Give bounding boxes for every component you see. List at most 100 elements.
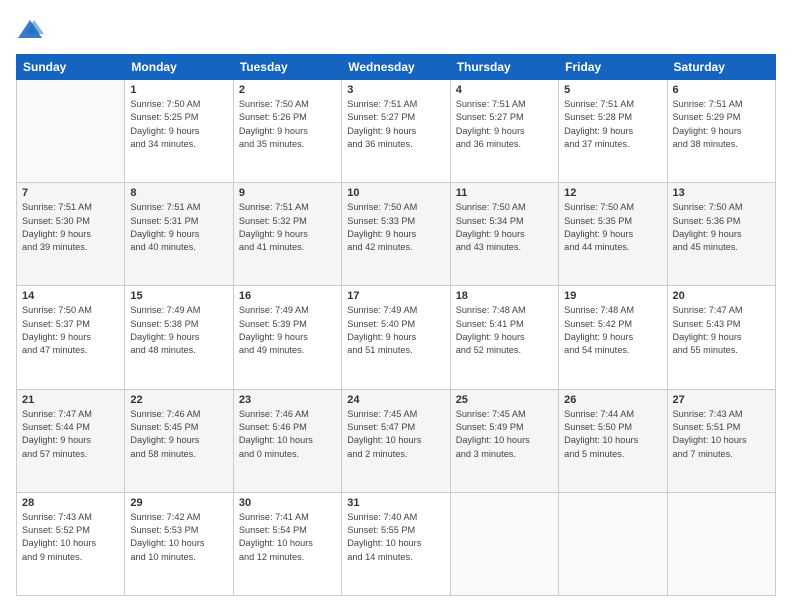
week-row-2: 14 Sunrise: 7:50 AMSunset: 5:37 PMDayligh… xyxy=(17,286,776,389)
day-number: 16 xyxy=(239,290,336,302)
logo xyxy=(16,16,48,44)
weekday-wednesday: Wednesday xyxy=(342,55,450,80)
calendar-cell xyxy=(559,492,667,595)
calendar-cell: 31 Sunrise: 7:40 AMSunset: 5:55 PMDayligh… xyxy=(342,492,450,595)
day-info: Sunrise: 7:43 AMSunset: 5:52 PMDaylight:… xyxy=(22,511,119,564)
day-info: Sunrise: 7:50 AMSunset: 5:36 PMDaylight:… xyxy=(673,201,770,254)
calendar-cell: 15Sunrise: 7:49 AMSunset: 5:38 PMDayligh… xyxy=(125,286,233,389)
day-info: Sunrise: 7:49 AMSunset: 5:40 PMDaylight:… xyxy=(347,304,444,357)
calendar-cell: 24 Sunrise: 7:45 AMSunset: 5:47 PMDayligh… xyxy=(342,389,450,492)
week-row-1: 7 Sunrise: 7:51 AMSunset: 5:30 PMDaylight… xyxy=(17,183,776,286)
page: SundayMondayTuesdayWednesdayThursdayFrid… xyxy=(0,0,792,612)
day-number: 27 xyxy=(673,394,770,406)
calendar-cell: 22 Sunrise: 7:46 AMSunset: 5:45 PMDayligh… xyxy=(125,389,233,492)
calendar-cell: 28 Sunrise: 7:43 AMSunset: 5:52 PMDayligh… xyxy=(17,492,125,595)
day-number: 20 xyxy=(673,290,770,302)
day-number: 26 xyxy=(564,394,661,406)
day-info: Sunrise: 7:43 AMSunset: 5:51 PMDaylight:… xyxy=(673,408,770,461)
day-number: 11 xyxy=(456,187,553,199)
calendar-cell: 12 Sunrise: 7:50 AMSunset: 5:35 PMDayligh… xyxy=(559,183,667,286)
day-number: 14 xyxy=(22,290,119,302)
weekday-header-row: SundayMondayTuesdayWednesdayThursdayFrid… xyxy=(17,55,776,80)
day-info: Sunrise: 7:50 AMSunset: 5:37 PMDaylight:… xyxy=(22,304,119,357)
calendar-cell: 30 Sunrise: 7:41 AMSunset: 5:54 PMDayligh… xyxy=(233,492,341,595)
day-info: Sunrise: 7:49 AMSunset: 5:39 PMDaylight:… xyxy=(239,304,336,357)
day-number: 21 xyxy=(22,394,119,406)
header xyxy=(16,16,776,44)
day-number: 6 xyxy=(673,84,770,96)
day-info: Sunrise: 7:50 AMSunset: 5:26 PMDaylight:… xyxy=(239,98,336,151)
calendar-cell: 4 Sunrise: 7:51 AMSunset: 5:27 PMDaylight… xyxy=(450,80,558,183)
day-info: Sunrise: 7:50 AMSunset: 5:34 PMDaylight:… xyxy=(456,201,553,254)
week-row-4: 28 Sunrise: 7:43 AMSunset: 5:52 PMDayligh… xyxy=(17,492,776,595)
calendar-cell: 6Sunrise: 7:51 AMSunset: 5:29 PMDaylight… xyxy=(667,80,775,183)
day-info: Sunrise: 7:40 AMSunset: 5:55 PMDaylight:… xyxy=(347,511,444,564)
day-info: Sunrise: 7:41 AMSunset: 5:54 PMDaylight:… xyxy=(239,511,336,564)
calendar-cell: 11 Sunrise: 7:50 AMSunset: 5:34 PMDayligh… xyxy=(450,183,558,286)
calendar-cell: 14 Sunrise: 7:50 AMSunset: 5:37 PMDayligh… xyxy=(17,286,125,389)
day-number: 28 xyxy=(22,497,119,509)
day-info: Sunrise: 7:49 AMSunset: 5:38 PMDaylight:… xyxy=(130,304,227,357)
calendar-cell xyxy=(667,492,775,595)
day-info: Sunrise: 7:45 AMSunset: 5:47 PMDaylight:… xyxy=(347,408,444,461)
day-number: 4 xyxy=(456,84,553,96)
calendar-cell: 16 Sunrise: 7:49 AMSunset: 5:39 PMDayligh… xyxy=(233,286,341,389)
day-info: Sunrise: 7:48 AMSunset: 5:41 PMDaylight:… xyxy=(456,304,553,357)
day-info: Sunrise: 7:45 AMSunset: 5:49 PMDaylight:… xyxy=(456,408,553,461)
weekday-saturday: Saturday xyxy=(667,55,775,80)
calendar-cell: 17 Sunrise: 7:49 AMSunset: 5:40 PMDayligh… xyxy=(342,286,450,389)
day-number: 24 xyxy=(347,394,444,406)
calendar-cell: 8 Sunrise: 7:51 AMSunset: 5:31 PMDaylight… xyxy=(125,183,233,286)
calendar-cell: 21 Sunrise: 7:47 AMSunset: 5:44 PMDayligh… xyxy=(17,389,125,492)
day-number: 30 xyxy=(239,497,336,509)
day-info: Sunrise: 7:51 AMSunset: 5:27 PMDaylight:… xyxy=(456,98,553,151)
day-info: Sunrise: 7:46 AMSunset: 5:45 PMDaylight:… xyxy=(130,408,227,461)
day-number: 7 xyxy=(22,187,119,199)
calendar-cell: 20 Sunrise: 7:47 AMSunset: 5:43 PMDayligh… xyxy=(667,286,775,389)
day-number: 23 xyxy=(239,394,336,406)
day-info: Sunrise: 7:50 AMSunset: 5:35 PMDaylight:… xyxy=(564,201,661,254)
day-number: 1 xyxy=(130,84,227,96)
calendar-cell: 2 Sunrise: 7:50 AMSunset: 5:26 PMDaylight… xyxy=(233,80,341,183)
day-info: Sunrise: 7:48 AMSunset: 5:42 PMDaylight:… xyxy=(564,304,661,357)
weekday-tuesday: Tuesday xyxy=(233,55,341,80)
day-number: 2 xyxy=(239,84,336,96)
calendar-cell: 1 Sunrise: 7:50 AMSunset: 5:25 PMDaylight… xyxy=(125,80,233,183)
day-number: 5 xyxy=(564,84,661,96)
calendar-cell: 26 Sunrise: 7:44 AMSunset: 5:50 PMDayligh… xyxy=(559,389,667,492)
calendar-cell xyxy=(17,80,125,183)
day-number: 22 xyxy=(130,394,227,406)
day-number: 8 xyxy=(130,187,227,199)
day-number: 25 xyxy=(456,394,553,406)
day-number: 3 xyxy=(347,84,444,96)
calendar-cell: 18 Sunrise: 7:48 AMSunset: 5:41 PMDayligh… xyxy=(450,286,558,389)
logo-icon xyxy=(16,16,44,44)
day-number: 9 xyxy=(239,187,336,199)
weekday-sunday: Sunday xyxy=(17,55,125,80)
day-info: Sunrise: 7:47 AMSunset: 5:44 PMDaylight:… xyxy=(22,408,119,461)
day-info: Sunrise: 7:47 AMSunset: 5:43 PMDaylight:… xyxy=(673,304,770,357)
calendar-cell: 13Sunrise: 7:50 AMSunset: 5:36 PMDayligh… xyxy=(667,183,775,286)
day-number: 29 xyxy=(130,497,227,509)
day-number: 17 xyxy=(347,290,444,302)
day-info: Sunrise: 7:44 AMSunset: 5:50 PMDaylight:… xyxy=(564,408,661,461)
calendar-cell: 19Sunrise: 7:48 AMSunset: 5:42 PMDayligh… xyxy=(559,286,667,389)
day-info: Sunrise: 7:51 AMSunset: 5:31 PMDaylight:… xyxy=(130,201,227,254)
calendar-cell: 5Sunrise: 7:51 AMSunset: 5:28 PMDaylight… xyxy=(559,80,667,183)
day-number: 31 xyxy=(347,497,444,509)
day-info: Sunrise: 7:42 AMSunset: 5:53 PMDaylight:… xyxy=(130,511,227,564)
day-info: Sunrise: 7:51 AMSunset: 5:30 PMDaylight:… xyxy=(22,201,119,254)
weekday-friday: Friday xyxy=(559,55,667,80)
calendar-cell: 10Sunrise: 7:50 AMSunset: 5:33 PMDayligh… xyxy=(342,183,450,286)
weekday-thursday: Thursday xyxy=(450,55,558,80)
calendar-cell: 7 Sunrise: 7:51 AMSunset: 5:30 PMDaylight… xyxy=(17,183,125,286)
calendar-cell: 29 Sunrise: 7:42 AMSunset: 5:53 PMDayligh… xyxy=(125,492,233,595)
day-info: Sunrise: 7:50 AMSunset: 5:25 PMDaylight:… xyxy=(130,98,227,151)
day-number: 18 xyxy=(456,290,553,302)
calendar-cell: 3Sunrise: 7:51 AMSunset: 5:27 PMDaylight… xyxy=(342,80,450,183)
calendar-cell: 27 Sunrise: 7:43 AMSunset: 5:51 PMDayligh… xyxy=(667,389,775,492)
calendar-cell: 25 Sunrise: 7:45 AMSunset: 5:49 PMDayligh… xyxy=(450,389,558,492)
weekday-monday: Monday xyxy=(125,55,233,80)
day-number: 12 xyxy=(564,187,661,199)
week-row-0: 1 Sunrise: 7:50 AMSunset: 5:25 PMDaylight… xyxy=(17,80,776,183)
